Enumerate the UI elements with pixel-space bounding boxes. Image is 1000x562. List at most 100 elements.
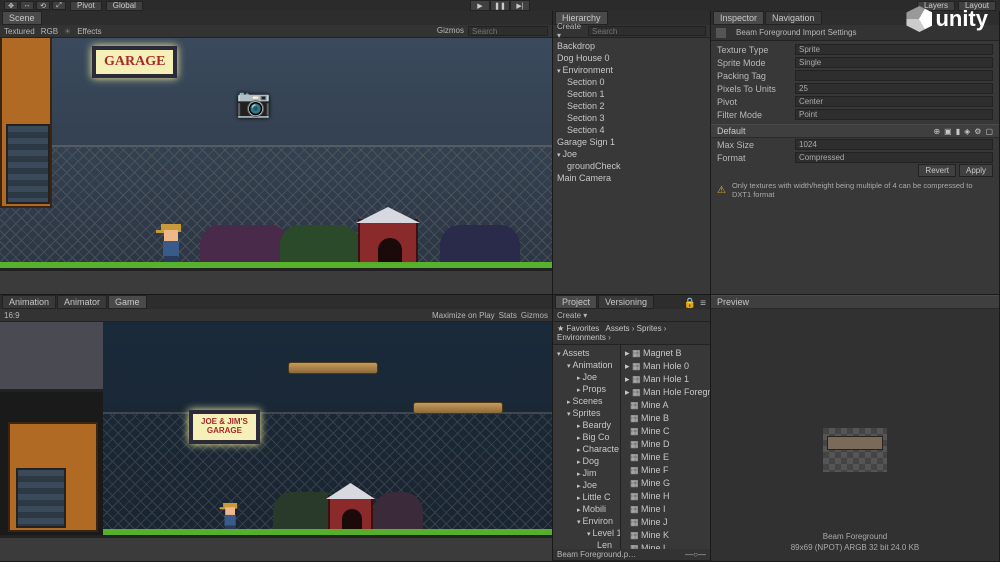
- rgb-dropdown[interactable]: RGB: [41, 27, 58, 36]
- asset-item[interactable]: ▦ Mine J: [621, 516, 710, 529]
- folder-item[interactable]: Props: [553, 383, 620, 395]
- rotate-tool[interactable]: ⟲: [36, 1, 50, 10]
- project-breadcrumb[interactable]: ★ Favorites Assets › Sprites › Environme…: [553, 322, 710, 345]
- folder-item[interactable]: Sprites: [553, 407, 620, 419]
- move-tool[interactable]: ↔: [20, 1, 34, 10]
- pause-button[interactable]: ❚❚: [490, 0, 510, 11]
- asset-item[interactable]: ▦ Mine B: [621, 412, 710, 425]
- tab-animator[interactable]: Animator: [57, 295, 107, 309]
- asset-item[interactable]: ▸ ▦ Man Hole Foreground: [621, 386, 710, 399]
- hierarchy-item[interactable]: groundCheck: [553, 160, 710, 172]
- render-mode-dropdown[interactable]: Textured: [4, 27, 35, 36]
- folder-item[interactable]: Animation: [553, 359, 620, 371]
- hierarchy-item[interactable]: Section 4: [553, 124, 710, 136]
- tab-game[interactable]: Game: [108, 295, 147, 309]
- folder-item[interactable]: Jim: [553, 467, 620, 479]
- folder-item[interactable]: Beardy: [553, 419, 620, 431]
- hierarchy-item[interactable]: Section 2: [553, 100, 710, 112]
- pivot-toggle[interactable]: Pivot: [70, 1, 102, 11]
- folder-item[interactable]: Level 1: [553, 527, 620, 539]
- favorites-icon[interactable]: ★: [557, 324, 564, 333]
- hierarchy-panel: Hierarchy Create ▾ Backdrop Dog House 0 …: [553, 11, 711, 295]
- asset-item[interactable]: ▸ ▦ Magnet B: [621, 347, 710, 360]
- scene-view[interactable]: GARAGE 📷 groundCheck: [0, 38, 552, 294]
- sprite-mode-field[interactable]: Single: [795, 57, 993, 68]
- hierarchy-item[interactable]: Section 1: [553, 88, 710, 100]
- hierarchy-tree[interactable]: Backdrop Dog House 0 Environment Section…: [553, 38, 710, 186]
- platform-icons[interactable]: ⊕▣▮◈⚙▢: [933, 127, 993, 136]
- tab-navigation[interactable]: Navigation: [765, 11, 822, 25]
- preview-header[interactable]: Preview: [711, 295, 999, 309]
- folder-item[interactable]: Little C: [553, 491, 620, 503]
- asset-item[interactable]: ▦ Mine C: [621, 425, 710, 438]
- pivot-field[interactable]: Center: [795, 96, 993, 107]
- asset-item[interactable]: ▦ Mine E: [621, 451, 710, 464]
- format-field[interactable]: Compressed: [795, 152, 993, 163]
- project-create[interactable]: Create ▾: [557, 311, 587, 320]
- game-view[interactable]: JOE & JIM'SGARAGE: [0, 322, 552, 561]
- step-button[interactable]: ▶|: [510, 0, 530, 11]
- asset-item[interactable]: ▦ Mine K: [621, 529, 710, 542]
- folder-item[interactable]: Characte: [553, 443, 620, 455]
- folder-item[interactable]: Big Co: [553, 431, 620, 443]
- maximize-toggle[interactable]: Maximize on Play: [432, 311, 495, 320]
- project-folder-tree[interactable]: AssetsAnimationJoePropsScenesSpritesBear…: [553, 345, 621, 549]
- project-asset-list[interactable]: ▸ ▦ Magnet B▸ ▦ Man Hole 0▸ ▦ Man Hole 1…: [621, 345, 710, 549]
- layout-dropdown[interactable]: Layout: [958, 1, 996, 11]
- tab-inspector[interactable]: Inspector: [713, 11, 764, 25]
- play-button[interactable]: ▶: [470, 0, 490, 11]
- asset-item[interactable]: ▦ Mine A: [621, 399, 710, 412]
- folder-item[interactable]: Scenes: [553, 395, 620, 407]
- revert-button[interactable]: Revert: [918, 164, 956, 177]
- folder-item[interactable]: Assets: [553, 347, 620, 359]
- hierarchy-item[interactable]: Section 0: [553, 76, 710, 88]
- scale-tool[interactable]: ⤢: [52, 1, 66, 10]
- hierarchy-item[interactable]: Garage Sign 1: [553, 136, 710, 148]
- folder-item[interactable]: Mobili: [553, 503, 620, 515]
- hierarchy-item[interactable]: Environment: [553, 64, 710, 76]
- stats-toggle[interactable]: Stats: [499, 311, 517, 320]
- game-gizmos-dropdown[interactable]: Gizmos: [521, 311, 548, 320]
- packing-tag-field[interactable]: [795, 70, 993, 81]
- asset-item[interactable]: ▦ Mine I: [621, 503, 710, 516]
- hierarchy-item[interactable]: Backdrop: [553, 40, 710, 52]
- asset-item[interactable]: ▸ ▦ Man Hole 0: [621, 360, 710, 373]
- aspect-dropdown[interactable]: 16:9: [4, 311, 20, 320]
- camera-gizmo-icon[interactable]: 📷: [236, 86, 271, 119]
- effects-toggle[interactable]: Effects: [77, 27, 101, 36]
- tab-project[interactable]: Project: [555, 295, 597, 309]
- tab-animation[interactable]: Animation: [2, 295, 56, 309]
- folder-item[interactable]: Joe: [553, 479, 620, 491]
- platform-tab[interactable]: Default: [717, 126, 746, 136]
- hierarchy-item[interactable]: Joe: [553, 148, 710, 160]
- hierarchy-search[interactable]: [588, 26, 706, 36]
- hierarchy-item[interactable]: Section 3: [553, 112, 710, 124]
- ppu-field[interactable]: 25: [795, 83, 993, 94]
- scene-search[interactable]: [468, 26, 548, 36]
- layers-dropdown[interactable]: Layers: [917, 1, 955, 11]
- panel-menu-icon[interactable]: ≡: [700, 298, 706, 309]
- folder-item[interactable]: Environ: [553, 515, 620, 527]
- asset-item[interactable]: ▸ ▦ Man Hole 1: [621, 373, 710, 386]
- scene-actor-joe[interactable]: [158, 224, 184, 264]
- hierarchy-item[interactable]: Main Camera: [553, 172, 710, 184]
- tab-versioning[interactable]: Versioning: [598, 295, 654, 309]
- lock-icon[interactable]: 🔒: [684, 298, 696, 309]
- maxsize-field[interactable]: 1024: [795, 139, 993, 150]
- apply-button[interactable]: Apply: [959, 164, 993, 177]
- asset-item[interactable]: ▦ Mine G: [621, 477, 710, 490]
- hand-tool[interactable]: ✥: [4, 1, 18, 10]
- gizmos-dropdown[interactable]: Gizmos: [437, 26, 464, 36]
- folder-item[interactable]: Joe: [553, 371, 620, 383]
- filter-mode-field[interactable]: Point: [795, 109, 993, 120]
- folder-item[interactable]: Dog: [553, 455, 620, 467]
- asset-item[interactable]: ▦ Mine D: [621, 438, 710, 451]
- asset-item[interactable]: ▦ Mine L: [621, 542, 710, 549]
- folder-item[interactable]: Len: [553, 539, 620, 549]
- texture-type-field[interactable]: Sprite: [795, 44, 993, 55]
- asset-item[interactable]: ▦ Mine F: [621, 464, 710, 477]
- asset-item[interactable]: ▦ Mine H: [621, 490, 710, 503]
- hierarchy-item[interactable]: Dog House 0: [553, 52, 710, 64]
- global-toggle[interactable]: Global: [106, 1, 143, 11]
- tab-scene[interactable]: Scene: [2, 11, 42, 25]
